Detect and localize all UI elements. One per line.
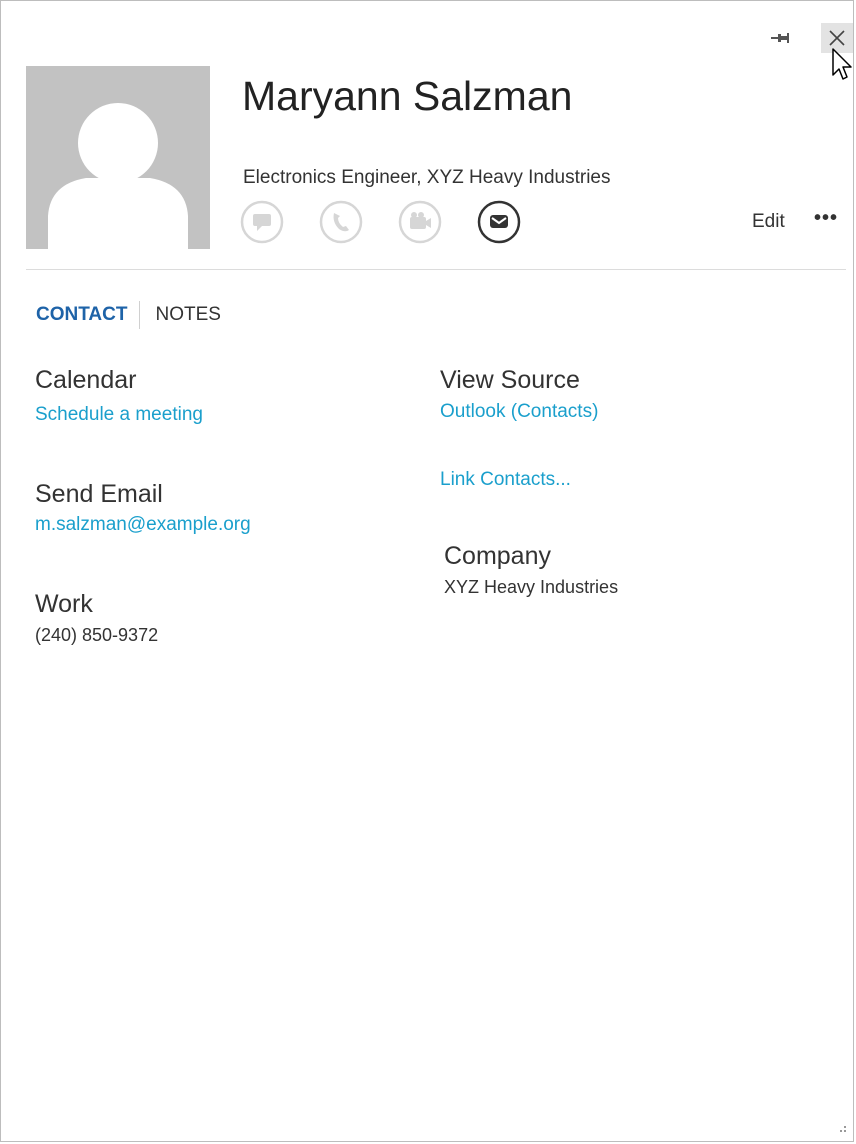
pin-icon[interactable] xyxy=(769,27,791,49)
link-contacts-field: Link Contacts... xyxy=(440,467,571,493)
email-link[interactable]: m.salzman@example.org xyxy=(35,512,251,538)
avatar xyxy=(26,66,210,249)
work-phone-field: Work (240) 850-9372 xyxy=(35,589,158,648)
tab-bar: CONTACT NOTES xyxy=(36,301,221,329)
quick-actions xyxy=(239,199,522,247)
header-divider xyxy=(26,269,846,270)
mouse-cursor-icon xyxy=(832,48,852,80)
call-button[interactable] xyxy=(318,199,364,245)
company-field: Company XYZ Heavy Industries xyxy=(444,541,618,600)
work-label: Work xyxy=(35,590,93,618)
send-email-field: Send Email m.salzman@example.org xyxy=(35,479,251,538)
view-source-label: View Source xyxy=(440,366,580,394)
link-contacts-link[interactable]: Link Contacts... xyxy=(440,467,571,493)
tab-notes[interactable]: NOTES xyxy=(155,304,220,326)
send-email-label: Send Email xyxy=(35,480,163,508)
tab-contact[interactable]: CONTACT xyxy=(36,304,127,326)
close-icon xyxy=(829,30,845,46)
company-value: XYZ Heavy Industries xyxy=(444,577,619,597)
email-button[interactable] xyxy=(476,199,522,245)
view-source-field: View Source Outlook (Contacts) xyxy=(440,365,598,425)
company-label: Company xyxy=(444,542,551,570)
contact-name: Maryann Salzman xyxy=(242,73,573,119)
calendar-label: Calendar xyxy=(35,366,137,394)
more-options-button[interactable]: ••• xyxy=(814,207,838,230)
person-silhouette-icon xyxy=(48,103,188,249)
video-icon xyxy=(398,200,442,244)
chat-button[interactable] xyxy=(239,199,285,245)
phone-icon xyxy=(319,200,363,244)
chat-icon xyxy=(240,200,284,244)
tab-separator xyxy=(139,301,141,329)
job-title: Electronics Engineer, XYZ Heavy Industri… xyxy=(243,167,611,188)
video-call-button[interactable] xyxy=(397,199,443,245)
resize-grip-icon[interactable] xyxy=(837,1125,847,1135)
outlook-contacts-link[interactable]: Outlook (Contacts) xyxy=(440,399,598,425)
work-phone-value[interactable]: (240) 850-9372 xyxy=(35,622,158,648)
calendar-field: Calendar Schedule a meeting xyxy=(35,365,203,428)
edit-button[interactable]: Edit xyxy=(752,211,785,233)
schedule-meeting-link[interactable]: Schedule a meeting xyxy=(35,402,203,428)
contact-card: Maryann Salzman Electronics Engineer, XY… xyxy=(0,0,854,1142)
email-icon xyxy=(477,200,521,244)
